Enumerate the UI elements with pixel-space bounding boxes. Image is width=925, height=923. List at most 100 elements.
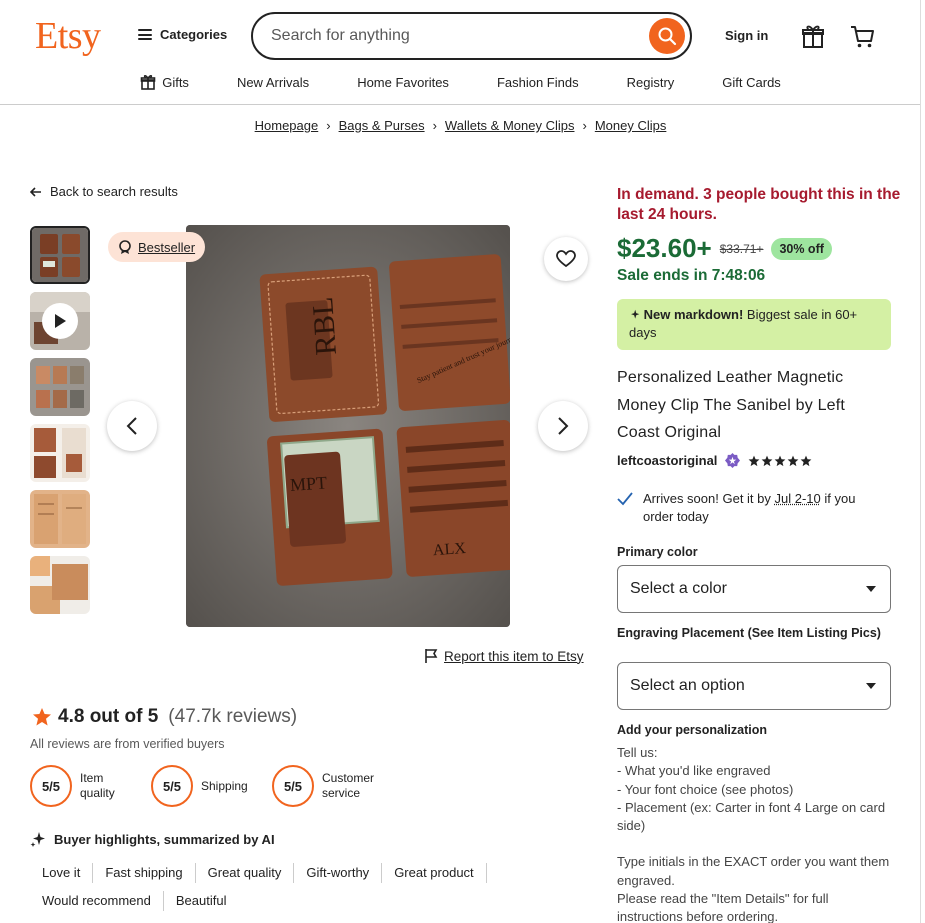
star-icon xyxy=(787,455,799,467)
engraving-placement-label: Engraving Placement (See Item Listing Pi… xyxy=(617,625,887,641)
breadcrumb-homepage[interactable]: Homepage xyxy=(255,118,319,133)
chevron-right-icon: › xyxy=(582,118,586,133)
cart-icon[interactable] xyxy=(848,22,876,50)
page-edge-divider xyxy=(920,0,921,923)
highlight-tag[interactable]: Love it xyxy=(30,863,93,883)
demand-notice: In demand. 3 people bought this in the l… xyxy=(617,185,902,225)
gift-icon[interactable] xyxy=(800,22,826,50)
score-label: service xyxy=(322,786,374,801)
header-divider xyxy=(0,104,921,105)
etsy-logo[interactable]: Etsy xyxy=(35,14,101,58)
personalization-label: Add your personalization xyxy=(617,722,887,738)
markdown-bold: New markdown! xyxy=(644,307,744,322)
delivery-estimate: Arrives soon! Get it by Jul 2-10 if you … xyxy=(617,490,887,526)
discount-badge: 30% off xyxy=(771,238,831,260)
highlight-tag[interactable]: Great product xyxy=(382,863,487,883)
award-icon xyxy=(118,240,132,254)
chevron-right-icon xyxy=(557,417,569,435)
search-input[interactable] xyxy=(271,27,631,45)
highlight-tag[interactable]: Gift-worthy xyxy=(294,863,382,883)
chevron-right-icon: › xyxy=(433,118,437,133)
back-to-results-link[interactable]: Back to search results xyxy=(30,184,178,199)
back-label: Back to search results xyxy=(50,184,178,199)
review-count[interactable]: (47.7k reviews) xyxy=(168,706,297,728)
score-value: 5/5 xyxy=(151,765,193,807)
star-icon xyxy=(748,455,760,467)
verified-note: All reviews are from verified buyers xyxy=(30,737,225,751)
report-item-link[interactable]: Report this item to Etsy xyxy=(424,648,584,664)
score-item-quality: 5/5 Item quality xyxy=(30,765,115,807)
nav-home-favorites[interactable]: Home Favorites xyxy=(357,72,449,92)
score-value: 5/5 xyxy=(272,765,314,807)
engraving-placement-select[interactable]: Select an option xyxy=(617,662,891,710)
sign-in-link[interactable]: Sign in xyxy=(725,28,768,43)
thumbnail-7[interactable] xyxy=(30,622,90,628)
engraving-rbl: RBL xyxy=(306,296,343,357)
checkmark-icon xyxy=(617,492,633,506)
shop-stars xyxy=(748,455,812,467)
primary-color-select[interactable]: Select a color xyxy=(617,565,891,613)
previous-image-button[interactable] xyxy=(107,401,157,451)
sparkle-icon xyxy=(629,309,640,320)
nav-new-arrivals[interactable]: New Arrivals xyxy=(237,72,309,92)
product-main-image: RBL Stay patient and trust your journey.… xyxy=(186,225,510,627)
personalization-instructions: Tell us: - What you'd like engraved - Yo… xyxy=(617,744,892,923)
instruction-line: Please read the "Item Details" for full … xyxy=(617,890,892,923)
highlight-tag[interactable]: Beautiful xyxy=(164,891,239,911)
highlight-tags: Love it Fast shipping Great quality Gift… xyxy=(30,863,570,911)
flag-icon xyxy=(424,648,438,664)
caret-down-icon xyxy=(866,683,876,689)
star-icon xyxy=(32,707,52,727)
ai-highlights-title: Buyer highlights, summarized by AI xyxy=(54,832,275,847)
score-shipping: 5/5 Shipping xyxy=(151,765,248,807)
thumbnail-1[interactable] xyxy=(30,226,90,284)
chevron-left-icon xyxy=(126,417,138,435)
highlight-tag[interactable]: Would recommend xyxy=(30,891,164,911)
ai-highlights-heading: Buyer highlights, summarized by AI xyxy=(30,831,275,847)
nav-registry[interactable]: Registry xyxy=(627,72,675,92)
nav-label: Gifts xyxy=(162,75,189,90)
heart-icon xyxy=(556,250,576,268)
nav-fashion-finds[interactable]: Fashion Finds xyxy=(497,72,579,92)
highlight-tag[interactable]: Fast shipping xyxy=(93,863,195,883)
original-price: $33.71+ xyxy=(720,242,764,256)
breadcrumb-bags-purses[interactable]: Bags & Purses xyxy=(339,118,425,133)
breadcrumb: Homepage › Bags & Purses › Wallets & Mon… xyxy=(0,118,921,133)
rating-text: 4.8 out of 5 xyxy=(58,706,158,728)
thumbnail-4[interactable] xyxy=(30,424,90,482)
delivery-date[interactable]: Jul 2-10 xyxy=(775,491,821,506)
highlight-tag[interactable]: Great quality xyxy=(196,863,295,883)
caret-down-icon xyxy=(866,586,876,592)
arrives-text: Arrives soon! Get it by xyxy=(643,491,775,506)
thumbnail-6[interactable] xyxy=(30,556,90,614)
thumbnail-video[interactable] xyxy=(30,292,90,350)
favorite-button[interactable] xyxy=(544,237,588,281)
shop-name[interactable]: leftcoastoriginal xyxy=(617,453,717,468)
instruction-line: - What you'd like engraved xyxy=(617,762,892,780)
next-image-button[interactable] xyxy=(538,401,588,451)
sparkle-icon xyxy=(30,831,46,847)
current-price: $23.60+ xyxy=(617,233,712,264)
bestseller-badge: Bestseller xyxy=(108,232,205,262)
price-row: $23.60+ $33.71+ 30% off xyxy=(617,233,832,264)
breadcrumb-wallets[interactable]: Wallets & Money Clips xyxy=(445,118,575,133)
select-value: Select an option xyxy=(630,677,745,695)
instruction-line: - Your font choice (see photos) xyxy=(617,781,892,799)
categories-button[interactable]: Categories xyxy=(138,27,227,42)
sale-countdown: Sale ends in 7:48:06 xyxy=(617,267,765,285)
bestseller-label: Bestseller xyxy=(138,240,195,255)
score-label: Item xyxy=(80,771,115,786)
primary-color-label: Primary color xyxy=(617,544,887,560)
star-seller-icon xyxy=(725,453,740,468)
thumbnail-5[interactable] xyxy=(30,490,90,548)
nav-gift-cards[interactable]: Gift Cards xyxy=(722,72,781,92)
star-icon xyxy=(774,455,786,467)
score-label: Customer xyxy=(322,771,374,786)
score-customer-service: 5/5 Customer service xyxy=(272,765,374,807)
nav-gifts[interactable]: Gifts xyxy=(140,72,189,92)
thumbnail-3[interactable] xyxy=(30,358,90,416)
breadcrumb-money-clips[interactable]: Money Clips xyxy=(595,118,667,133)
search-icon xyxy=(657,26,677,46)
select-value: Select a color xyxy=(630,580,727,598)
search-button[interactable] xyxy=(649,18,685,54)
